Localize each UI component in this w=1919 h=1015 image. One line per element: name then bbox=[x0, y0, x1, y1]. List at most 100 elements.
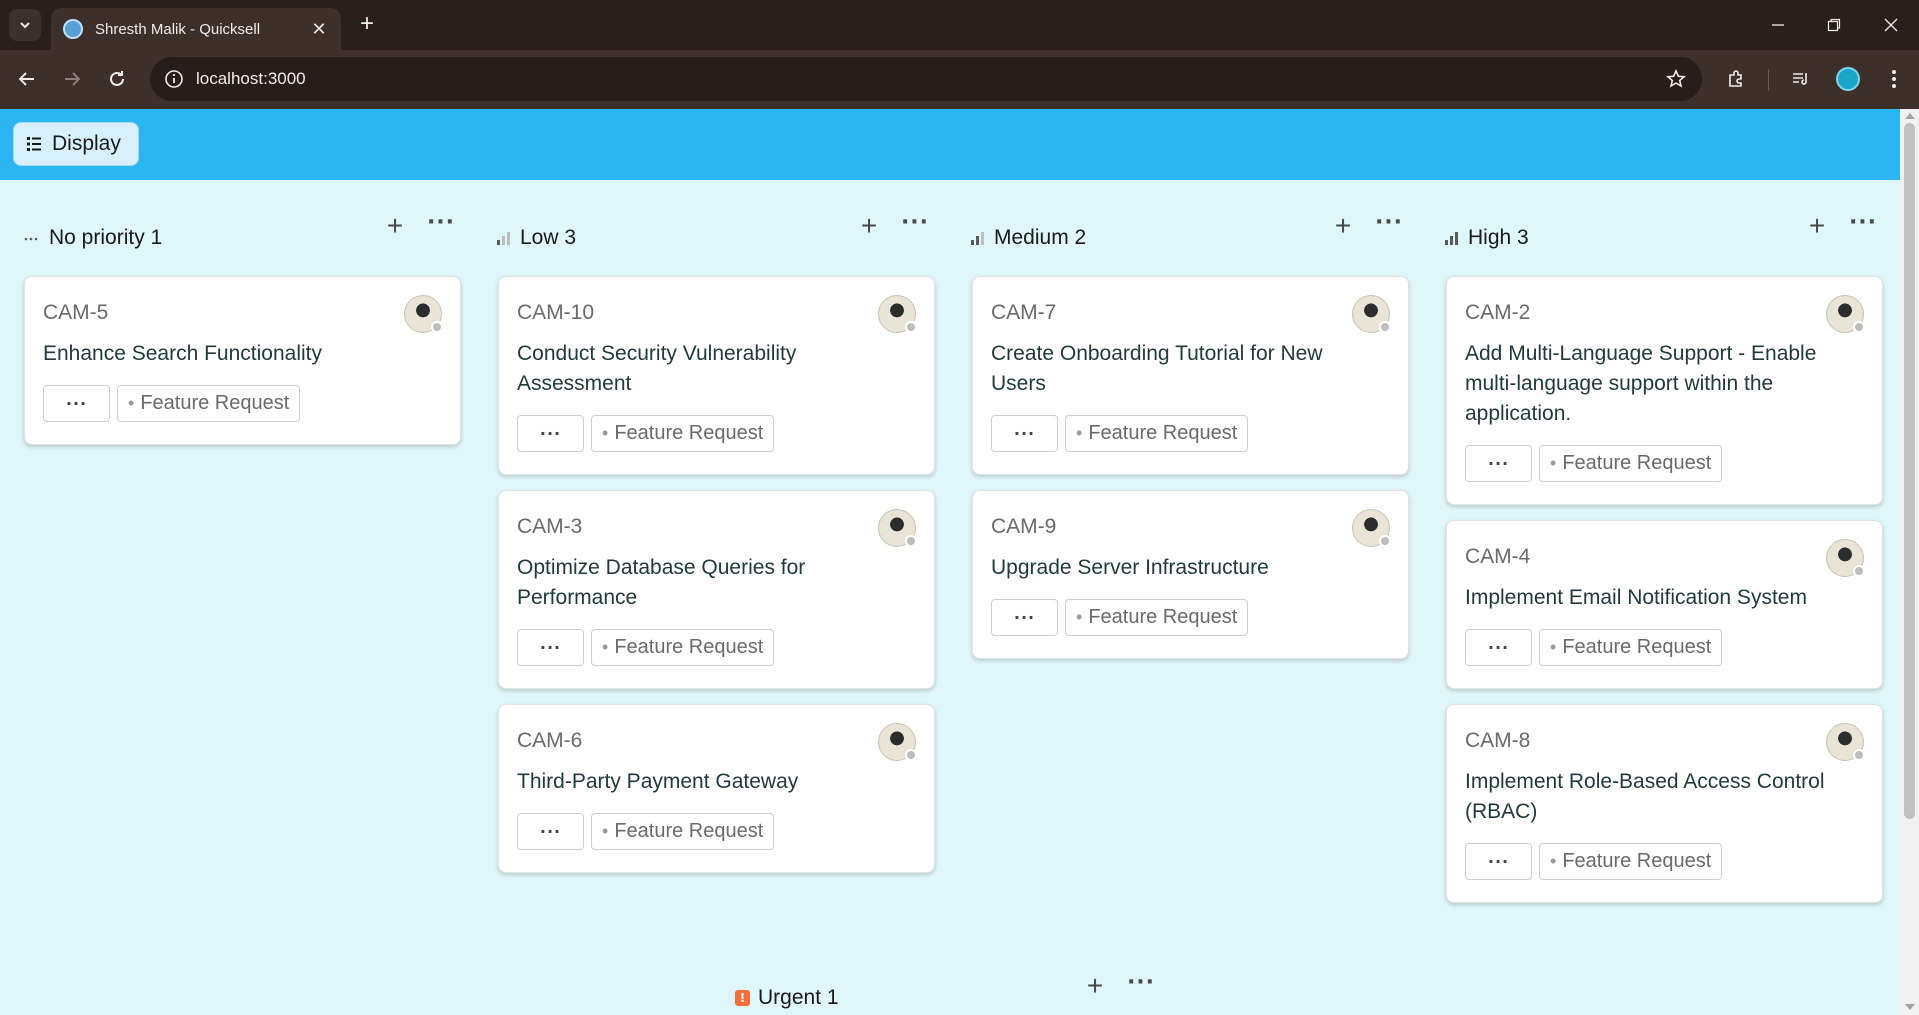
status-dot bbox=[905, 321, 917, 333]
ticket-options-button[interactable]: ··· bbox=[43, 385, 110, 422]
browser-tab[interactable]: Shresth Malik - Quicksell ✕ bbox=[51, 8, 341, 50]
browser-tab-bar: Shresth Malik - Quicksell ✕ + bbox=[0, 0, 1919, 50]
feature-tag: • Feature Request bbox=[1539, 445, 1723, 482]
column-menu-button[interactable]: ··· bbox=[1846, 212, 1880, 242]
extensions-button[interactable] bbox=[1720, 63, 1752, 95]
column-urgent: ! Urgent 1 + ··· bbox=[710, 972, 1190, 1015]
media-control-button[interactable] bbox=[1785, 63, 1817, 95]
ticket-card[interactable]: CAM-7 Create Onboarding Tutorial for New… bbox=[972, 276, 1409, 475]
profile-avatar bbox=[1836, 67, 1860, 91]
tag-label: Feature Request bbox=[1562, 850, 1712, 872]
arrow-left-icon bbox=[18, 72, 34, 86]
scroll-down-arrow[interactable] bbox=[1905, 1004, 1915, 1010]
ticket-options-button[interactable]: ··· bbox=[1465, 843, 1532, 880]
ticket-card[interactable]: CAM-4 Implement Email Notification Syste… bbox=[1446, 520, 1883, 689]
ticket-options-button[interactable]: ··· bbox=[517, 415, 584, 452]
media-queue-icon bbox=[1793, 73, 1807, 85]
display-button[interactable]: Display bbox=[13, 122, 139, 166]
scrollbar-thumb[interactable] bbox=[1904, 123, 1915, 819]
ticket-options-button[interactable]: ··· bbox=[517, 629, 584, 666]
kanban-board: No priority 1 + ··· CAM-5 Enhance Search… bbox=[0, 180, 1900, 1015]
ticket-id: CAM-10 bbox=[517, 301, 595, 324]
ticket-title: Upgrade Server Infrastructure bbox=[991, 556, 1269, 579]
ticket-card[interactable]: CAM-6 Third-Party Payment Gateway ··· • F… bbox=[498, 704, 935, 873]
app-header: Display bbox=[0, 109, 1900, 180]
feature-tag: • Feature Request bbox=[591, 813, 775, 850]
ticket-card[interactable]: CAM-9 Upgrade Server Infrastructure ··· … bbox=[972, 490, 1409, 659]
feature-tag: • Feature Request bbox=[1065, 415, 1249, 452]
signal-medium-icon bbox=[971, 231, 984, 245]
ticket-id: CAM-4 bbox=[1465, 545, 1531, 568]
signal-low-icon bbox=[497, 231, 510, 245]
display-button-label: Display bbox=[52, 132, 121, 155]
reload-button[interactable] bbox=[101, 63, 133, 95]
ticket-card[interactable]: CAM-2 Add Multi-Language Support - Enabl… bbox=[1446, 276, 1883, 505]
ticket-title: Conduct Security Vulnerability Assessmen… bbox=[517, 342, 797, 395]
status-dot bbox=[1853, 565, 1865, 577]
column-high: High 3 + ··· CAM-2 Add Multi-Language Su… bbox=[1422, 180, 1883, 918]
ticket-id: CAM-6 bbox=[517, 729, 583, 752]
user-avatar bbox=[878, 723, 917, 761]
tab-close-icon[interactable]: ✕ bbox=[309, 19, 329, 40]
ticket-id: CAM-3 bbox=[517, 515, 583, 538]
dots-icon bbox=[24, 237, 38, 241]
status-dot bbox=[1379, 321, 1391, 333]
feature-tag: • Feature Request bbox=[1539, 843, 1723, 880]
column-menu-button[interactable]: ··· bbox=[898, 212, 932, 242]
ticket-options-button[interactable]: ··· bbox=[517, 813, 584, 850]
browser-menu-button[interactable] bbox=[1878, 63, 1910, 95]
add-card-button[interactable]: + bbox=[1802, 212, 1832, 242]
ticket-card[interactable]: CAM-8 Implement Role-Based Access Contro… bbox=[1446, 704, 1883, 903]
ticket-card[interactable]: CAM-3 Optimize Database Queries for Perf… bbox=[498, 490, 935, 689]
page-scrollbar[interactable] bbox=[1900, 109, 1919, 1015]
scroll-up-arrow[interactable] bbox=[1905, 113, 1915, 119]
close-window-button[interactable] bbox=[1871, 10, 1911, 40]
status-dot bbox=[1853, 321, 1865, 333]
restore-button[interactable] bbox=[1814, 10, 1854, 40]
ticket-options-button[interactable]: ··· bbox=[991, 415, 1058, 452]
ticket-id: CAM-5 bbox=[43, 301, 109, 324]
column-menu-button[interactable]: ··· bbox=[1124, 972, 1158, 1002]
column-menu-button[interactable]: ··· bbox=[424, 212, 458, 242]
add-card-button[interactable]: + bbox=[380, 212, 410, 242]
column-title: Medium 2 bbox=[994, 226, 1087, 249]
status-dot bbox=[905, 535, 917, 547]
tag-label: Feature Request bbox=[1088, 606, 1238, 628]
user-avatar bbox=[404, 295, 443, 333]
user-avatar bbox=[1352, 509, 1391, 547]
add-card-button[interactable]: + bbox=[854, 212, 884, 242]
bookmark-star-icon[interactable] bbox=[1664, 67, 1688, 91]
ticket-card[interactable]: CAM-10 Conduct Security Vulnerability As… bbox=[498, 276, 935, 475]
minimize-button[interactable] bbox=[1758, 10, 1798, 40]
kebab-menu-icon bbox=[1892, 70, 1896, 88]
column-menu-button[interactable]: ··· bbox=[1372, 212, 1406, 242]
tag-label: Feature Request bbox=[1562, 636, 1712, 658]
urgent-icon: ! bbox=[735, 990, 750, 1006]
feature-tag: • Feature Request bbox=[1065, 599, 1249, 636]
column-header: Medium 2 + ··· bbox=[948, 180, 1402, 276]
tab-search-button[interactable] bbox=[9, 9, 41, 41]
ticket-id: CAM-2 bbox=[1465, 301, 1531, 324]
back-button[interactable] bbox=[11, 63, 43, 95]
ticket-title: Third-Party Payment Gateway bbox=[517, 770, 799, 793]
new-tab-button[interactable]: + bbox=[352, 10, 382, 40]
toolbar-separator bbox=[1768, 69, 1769, 91]
ticket-options-button[interactable]: ··· bbox=[991, 599, 1058, 636]
add-card-button[interactable]: + bbox=[1328, 212, 1358, 242]
tag-label: Feature Request bbox=[140, 392, 290, 414]
list-settings-icon bbox=[27, 137, 41, 151]
column-no-priority: No priority 1 + ··· CAM-5 Enhance Search… bbox=[0, 180, 461, 460]
ticket-options-button[interactable]: ··· bbox=[1465, 445, 1532, 482]
column-header: No priority 1 + ··· bbox=[0, 180, 454, 276]
status-dot bbox=[431, 321, 443, 333]
ticket-card[interactable]: CAM-5 Enhance Search Functionality ··· •… bbox=[24, 276, 461, 445]
tag-label: Feature Request bbox=[1562, 452, 1712, 474]
address-bar[interactable]: localhost:3000 bbox=[150, 57, 1702, 101]
forward-button[interactable] bbox=[56, 63, 88, 95]
profile-button[interactable] bbox=[1832, 63, 1864, 95]
tag-label: Feature Request bbox=[614, 636, 764, 658]
ticket-id: CAM-9 bbox=[991, 515, 1057, 538]
add-card-button[interactable]: + bbox=[1080, 972, 1110, 1002]
site-info-icon[interactable] bbox=[162, 67, 186, 91]
ticket-options-button[interactable]: ··· bbox=[1465, 629, 1532, 666]
